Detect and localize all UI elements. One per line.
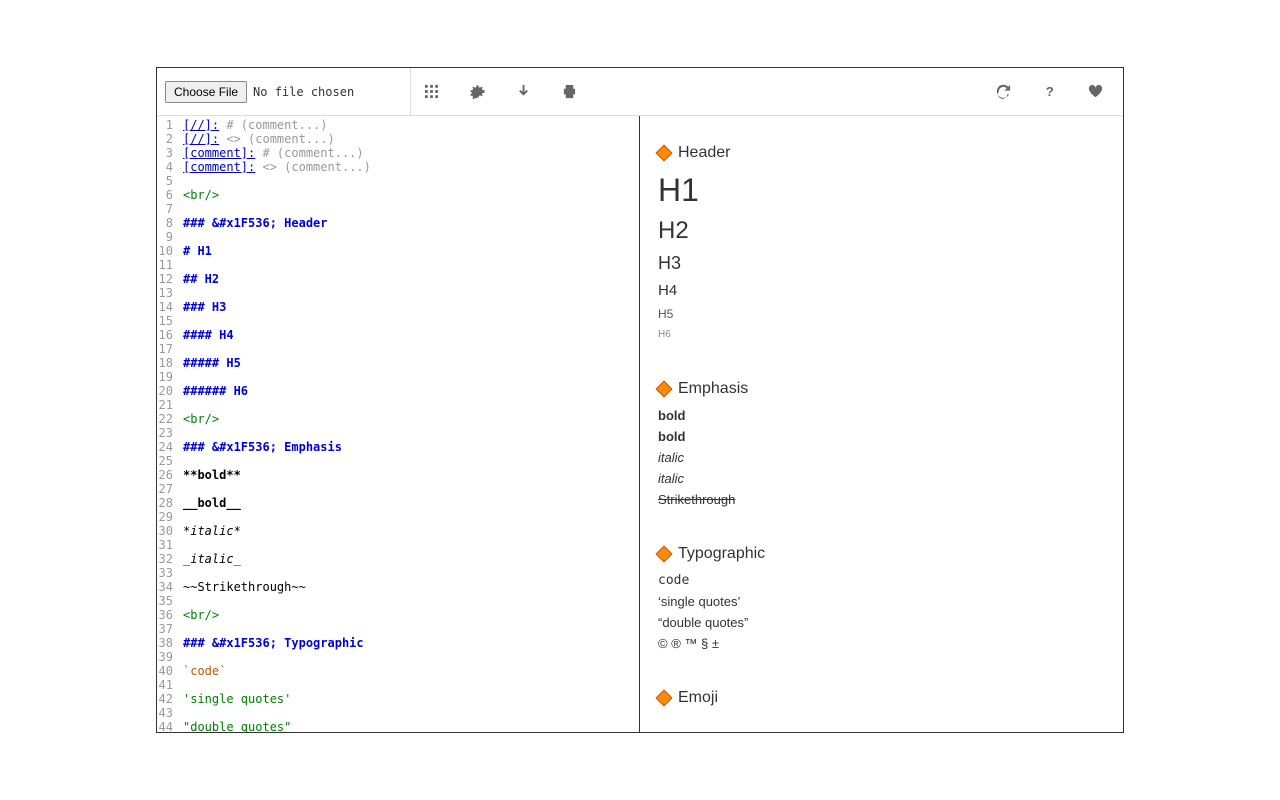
preview-strike: Strikethrough: [658, 492, 1105, 507]
choose-file-button[interactable]: Choose File: [165, 81, 247, 103]
preview-h1: H1: [658, 172, 1105, 209]
line-gutter: 1234567891011121314151617181920212223242…: [157, 116, 179, 732]
diamond-icon: [656, 381, 673, 398]
toolbar: Choose File No file chosen ?: [157, 68, 1123, 116]
heart-icon[interactable]: [1087, 84, 1103, 100]
app-window: Choose File No file chosen ?: [156, 67, 1124, 733]
code-editor[interactable]: [//]: # (comment...)[//]: <> (comment...…: [179, 116, 639, 732]
main-panes: 1234567891011121314151617181920212223242…: [157, 116, 1123, 732]
file-input-section: Choose File No file chosen: [165, 68, 411, 115]
preview-italic: italic: [658, 471, 1105, 486]
preview-h4: H4: [658, 282, 1105, 299]
preview-section-emphasis: Emphasis: [658, 380, 1105, 398]
preview-bold: bold: [658, 429, 1105, 444]
toolbar-right-icons: ?: [995, 84, 1115, 100]
preview-italic: italic: [658, 450, 1105, 465]
diamond-icon: [656, 145, 673, 162]
preview-code: code: [658, 573, 1105, 588]
preview-h5: H5: [658, 307, 1105, 321]
preview-double-quotes: “double quotes”: [658, 615, 1105, 630]
preview-pane[interactable]: Header H1 H2 H3 H4 H5 H6 Emphasis bold b…: [640, 116, 1123, 732]
apps-grid-icon[interactable]: [423, 84, 439, 100]
svg-text:?: ?: [1045, 84, 1053, 99]
gear-icon[interactable]: [469, 84, 485, 100]
print-icon[interactable]: [561, 84, 577, 100]
editor-pane: 1234567891011121314151617181920212223242…: [157, 116, 640, 732]
section-title: Header: [678, 144, 730, 162]
preview-h6: H6: [658, 329, 1105, 340]
diamond-icon: [656, 690, 673, 707]
preview-section-typographic: Typographic: [658, 545, 1105, 563]
diamond-icon: [656, 546, 673, 563]
preview-h3: H3: [658, 253, 1105, 274]
preview-single-quotes: ‘single quotes’: [658, 594, 1105, 609]
preview-h2: H2: [658, 217, 1105, 245]
refresh-icon[interactable]: [995, 84, 1011, 100]
preview-section-emoji: Emoji: [658, 689, 1105, 707]
section-title: Emoji: [678, 689, 718, 707]
help-icon[interactable]: ?: [1041, 84, 1057, 100]
editor-scroll[interactable]: 1234567891011121314151617181920212223242…: [157, 116, 639, 732]
section-title: Emphasis: [678, 380, 748, 398]
preview-symbols: © ® ™ § ±: [658, 636, 1105, 651]
no-file-label: No file chosen: [253, 85, 354, 99]
preview-section-header: Header: [658, 144, 1105, 162]
section-title: Typographic: [678, 545, 765, 563]
preview-bold: bold: [658, 408, 1105, 423]
toolbar-left-icons: [411, 84, 577, 100]
download-icon[interactable]: [515, 84, 531, 100]
